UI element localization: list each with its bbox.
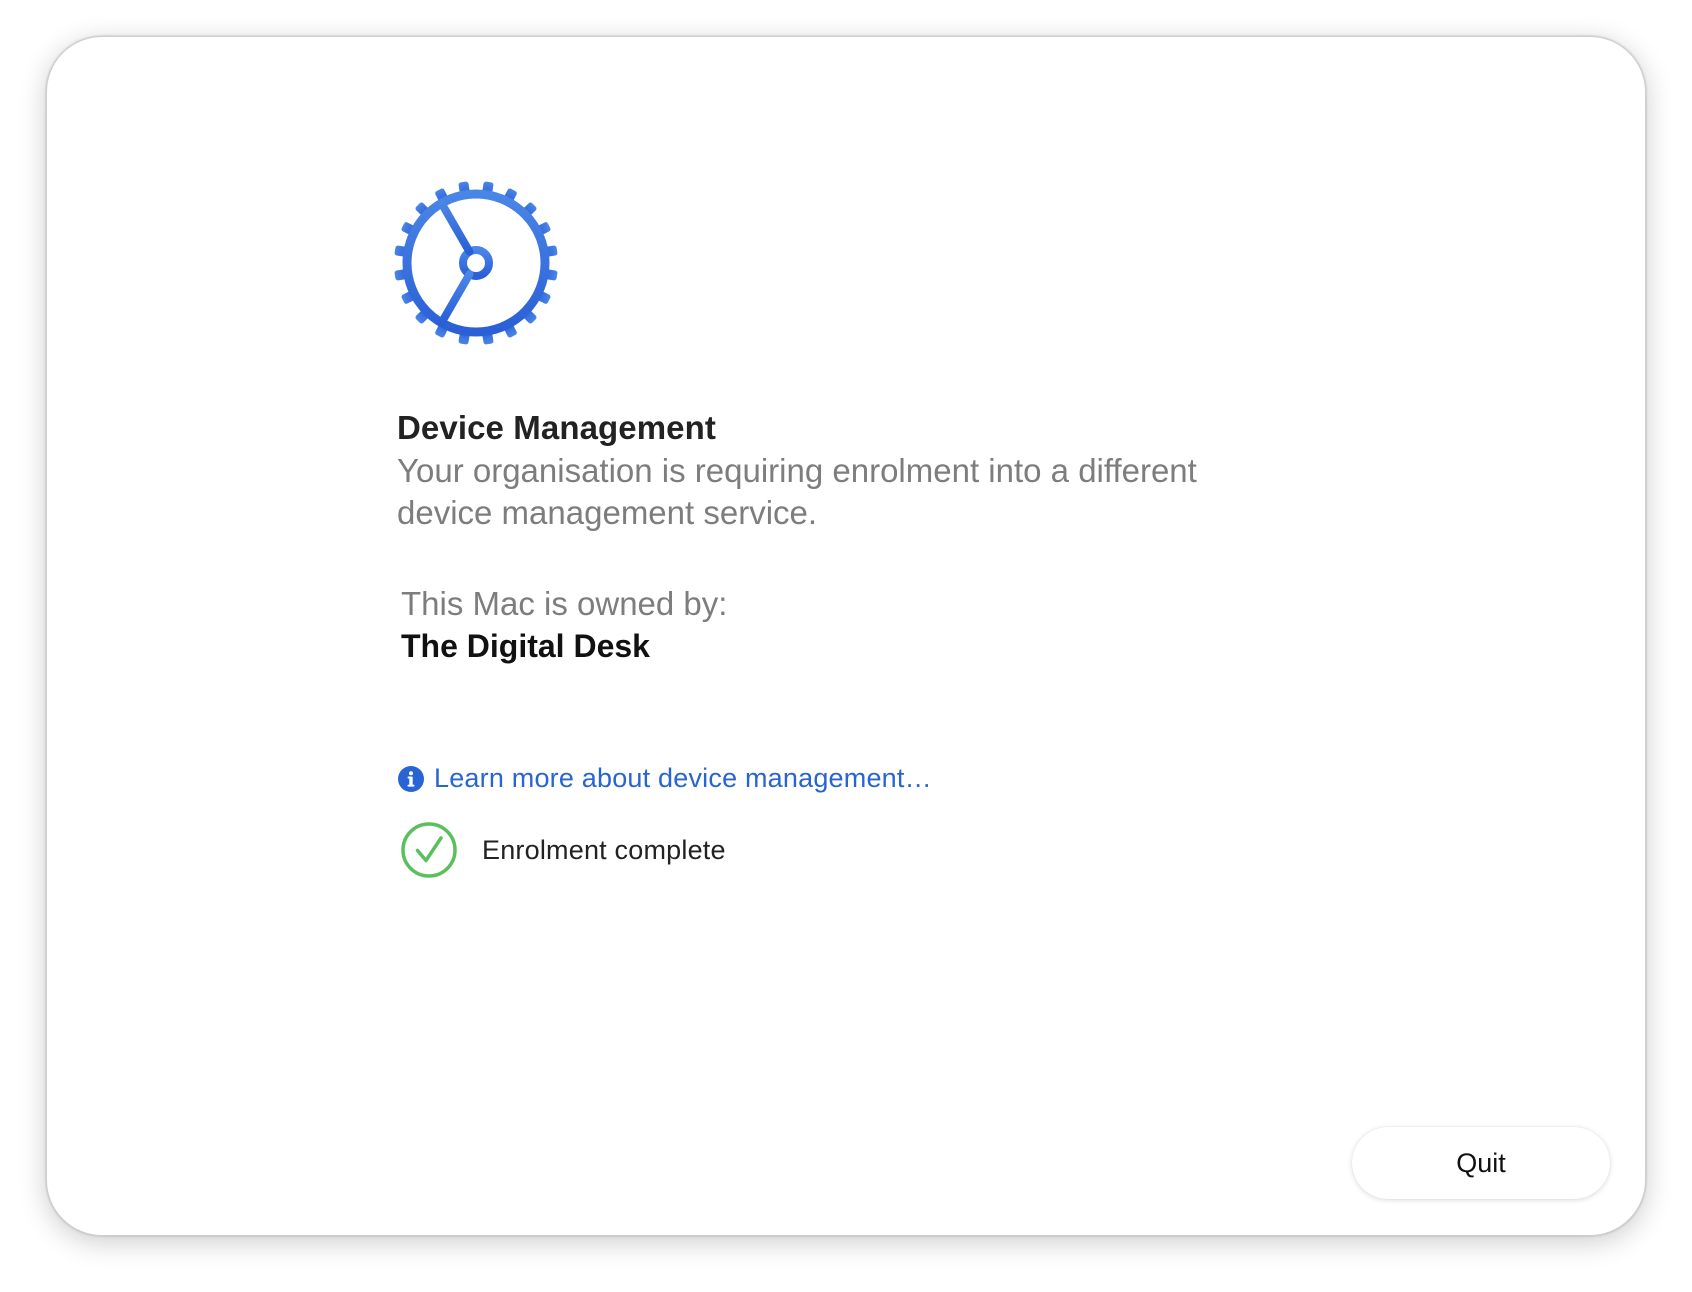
learn-more-text: Learn more about device management… (434, 763, 932, 793)
owner-name: The Digital Desk (401, 628, 650, 664)
quit-button[interactable]: Quit (1352, 1127, 1610, 1199)
owned-by-label: This Mac is owned by: (401, 585, 728, 622)
dialog-title: Device Management (397, 409, 716, 446)
gear-icon (394, 181, 558, 345)
checkmark-circle-icon (401, 822, 457, 878)
enrolment-status: Enrolment complete (400, 821, 726, 879)
dialog-subtitle: Your organisation is requiring enrolment… (397, 452, 1197, 531)
device-management-window: Device Management Your organisation is r… (46, 36, 1646, 1236)
info-icon (398, 765, 424, 792)
learn-more-link[interactable]: Learn more about device management… (398, 763, 932, 794)
status-text: Enrolment complete (482, 834, 726, 865)
